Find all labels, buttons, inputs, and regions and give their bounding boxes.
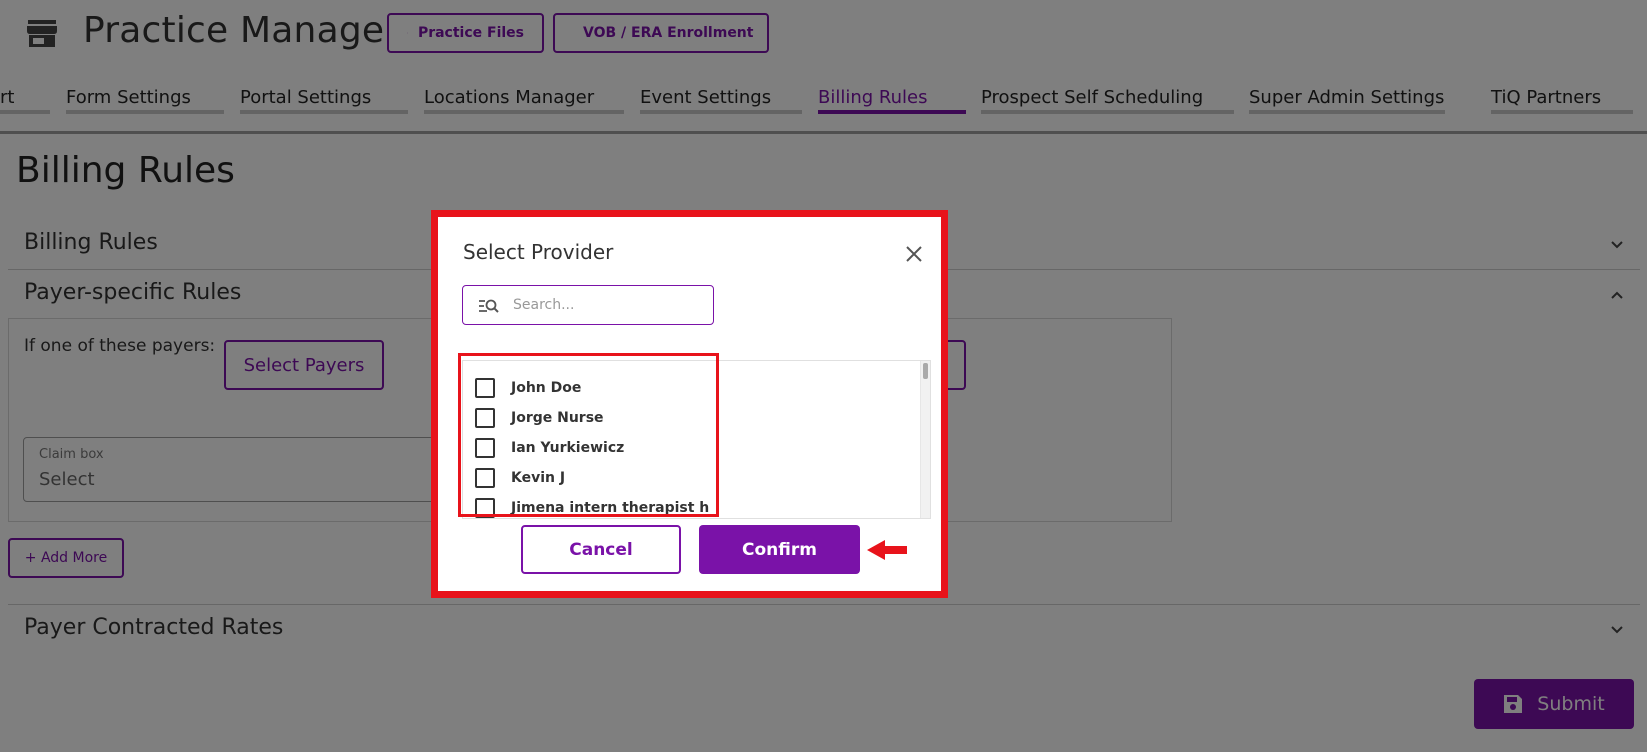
provider-name: Ian Yurkiewicz: [511, 440, 625, 456]
provider-name: John Doe: [511, 380, 582, 396]
provider-checkbox[interactable]: [475, 498, 495, 518]
search-list-icon: [479, 299, 499, 313]
provider-item[interactable]: Kevin J: [475, 463, 565, 493]
provider-name: Jorge Nurse: [511, 410, 604, 426]
provider-name: Kevin J: [511, 470, 566, 486]
provider-search[interactable]: [462, 285, 714, 325]
dialog-title: Select Provider: [463, 240, 614, 264]
provider-item[interactable]: Ian Yurkiewicz: [475, 433, 624, 463]
confirm-button[interactable]: Confirm: [699, 525, 860, 574]
cancel-button[interactable]: Cancel: [521, 525, 681, 574]
close-icon[interactable]: [904, 244, 924, 264]
scrollbar-thumb[interactable]: [923, 363, 928, 379]
provider-list: John Doe Jorge Nurse Ian Yurkiewicz Kevi…: [462, 360, 931, 519]
select-provider-dialog: Select Provider John Doe Jorge Nurse Ian…: [431, 210, 948, 598]
provider-checkbox[interactable]: [475, 438, 495, 458]
provider-item[interactable]: John Doe: [475, 373, 581, 403]
provider-checkbox[interactable]: [475, 468, 495, 488]
annotation-arrow-icon: [867, 540, 907, 560]
provider-name: Jimena intern therapist h: [511, 500, 710, 516]
search-input[interactable]: [513, 294, 703, 316]
provider-checkbox[interactable]: [475, 378, 495, 398]
list-scrollbar[interactable]: [920, 361, 930, 518]
provider-item[interactable]: Jimena intern therapist h: [475, 493, 710, 518]
provider-item[interactable]: Jorge Nurse: [475, 403, 604, 433]
provider-checkbox[interactable]: [475, 408, 495, 428]
